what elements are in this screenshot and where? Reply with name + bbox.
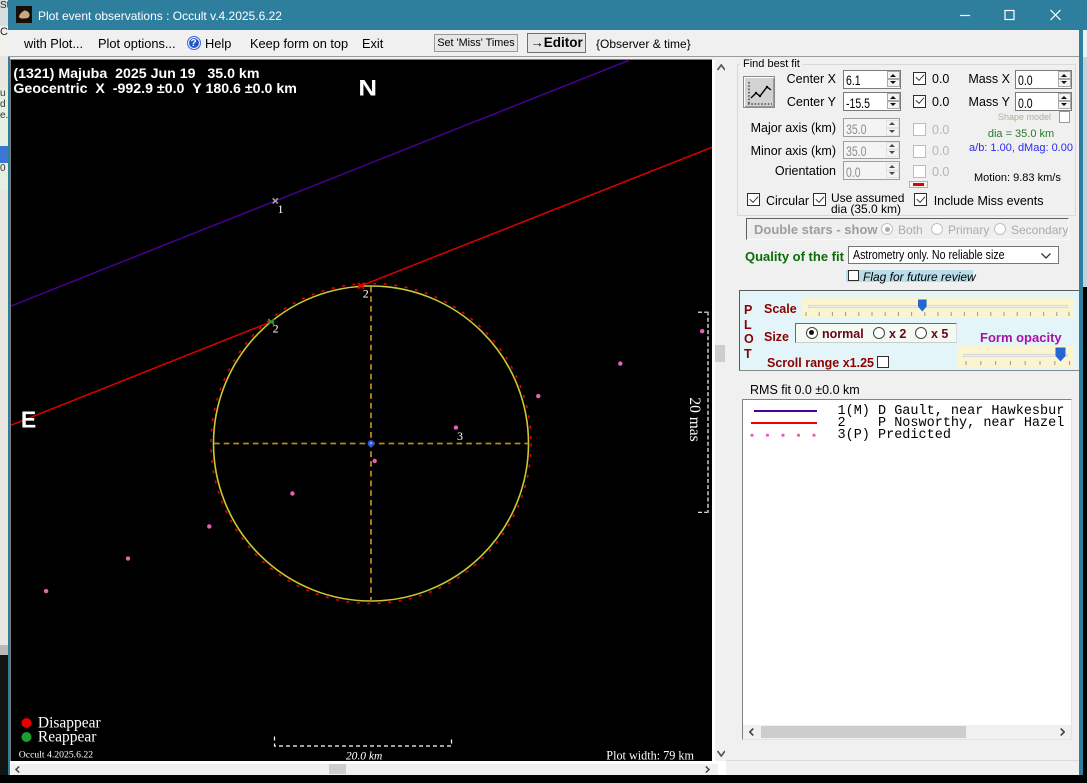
svg-text:20 mas: 20 mas bbox=[686, 397, 703, 441]
svg-text:N: N bbox=[358, 75, 377, 100]
svg-text:Geocentric X -992.9 ±0.0 Y: Geocentric X -992.9 ±0.0 Y 180.6 ±0.0 km bbox=[13, 80, 296, 96]
svg-text:2: 2 bbox=[363, 286, 369, 300]
svg-text:3: 3 bbox=[457, 428, 463, 442]
svg-text:Plot width: 79 km: Plot width: 79 km bbox=[606, 748, 694, 762]
svg-text:E: E bbox=[21, 406, 36, 432]
svg-text:Occult 4.2025.6.22: Occult 4.2025.6.22 bbox=[19, 749, 93, 760]
svg-text:(1321) Majuba 2025 Jun 19 3: (1321) Majuba 2025 Jun 19 35.0 km bbox=[13, 65, 259, 81]
svg-text:1: 1 bbox=[278, 202, 284, 216]
svg-text:2: 2 bbox=[273, 321, 279, 335]
svg-text:Reappear: Reappear bbox=[38, 728, 97, 745]
